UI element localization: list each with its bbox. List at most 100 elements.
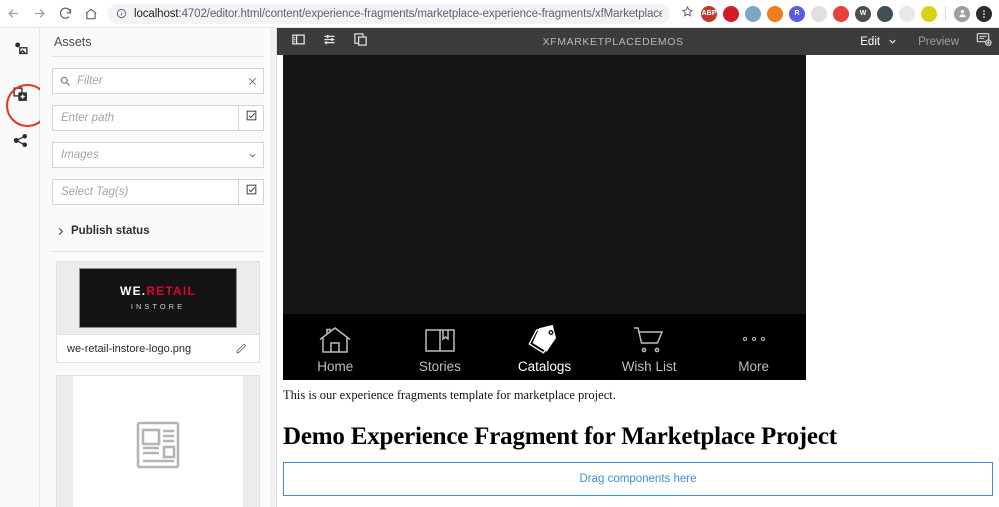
chevron-down-icon	[241, 150, 263, 161]
list-item[interactable]: WE.RETAIL INSTORE we-retail-instore-logo…	[56, 261, 260, 363]
preview-button[interactable]: Preview	[902, 36, 969, 48]
nav-item-label: Catalogs	[518, 359, 571, 374]
page-title: XFMARKETPLACEDEMOS	[376, 36, 850, 48]
nav-item-label: More	[738, 359, 769, 374]
fragment-body: This is our experience fragments templat…	[283, 388, 993, 451]
colorzilla-extension[interactable]	[921, 6, 937, 22]
device-emulator-icon	[353, 32, 368, 52]
back-button[interactable]	[0, 1, 26, 27]
url-host: localhost	[134, 8, 179, 20]
asset-meta-row: we-retail-instore-logo.png	[57, 334, 259, 362]
type-select-wrap: Images	[40, 142, 276, 168]
chrome-extension[interactable]	[767, 6, 783, 22]
ellipsis-icon	[743, 323, 765, 355]
price-tag-icon	[527, 323, 561, 355]
toolbar-divider	[945, 6, 946, 21]
extensions-strip: ABP R W	[698, 6, 999, 22]
nav-item-label: Stories	[419, 359, 461, 374]
pencil-icon[interactable]	[233, 343, 249, 355]
home-button[interactable]	[78, 1, 104, 27]
asset-type-select[interactable]: Images	[52, 142, 264, 168]
close-icon[interactable]	[241, 76, 263, 87]
nav-item-stories[interactable]: Stories	[388, 314, 493, 380]
logo-text-sub: INSTORE	[131, 302, 185, 311]
profile-avatar-icon[interactable]	[954, 6, 970, 22]
logo-text-accent: RETAIL	[146, 284, 196, 298]
tags-input-placeholder: Select Tag(s)	[61, 186, 238, 198]
video-downloader-extension[interactable]	[745, 6, 761, 22]
bookmark-button[interactable]	[676, 5, 698, 23]
we-retail-logo: WE.RETAIL INSTORE	[79, 268, 237, 328]
disabled-extension-2[interactable]	[899, 6, 915, 22]
annotate-icon	[976, 31, 992, 52]
chevron-right-icon	[52, 226, 68, 237]
back-arrow-icon	[6, 6, 21, 21]
sidebar-rail-content-tree[interactable]	[0, 120, 40, 166]
nav-item-more[interactable]: More	[701, 314, 806, 380]
nav-item-wish-list[interactable]: Wish List	[597, 314, 702, 380]
component-dropzone[interactable]: Drag components here	[283, 462, 993, 496]
panel-scrollbar[interactable]	[270, 28, 276, 507]
chrome-menu-icon[interactable]	[976, 6, 992, 22]
asset-list: WE.RETAIL INSTORE we-retail-instore-logo…	[40, 261, 276, 507]
search-input[interactable]: Filter	[52, 68, 264, 94]
page-properties-button[interactable]	[314, 28, 345, 55]
sidebar-rail-components[interactable]	[0, 74, 40, 120]
address-bar[interactable]: localhost:4702/editor.html/content/exper…	[108, 4, 670, 24]
logo-text-primary: WE.	[120, 284, 146, 298]
path-field-wrap: Enter path	[40, 105, 276, 131]
search-icon	[53, 75, 77, 87]
toggle-side-panel-button[interactable]	[283, 28, 314, 55]
publish-status-section[interactable]: Publish status	[40, 219, 276, 243]
assets-icon	[12, 40, 29, 62]
list-item[interactable]: cover	[56, 375, 260, 507]
publish-status-divider	[52, 251, 264, 252]
reload-button[interactable]	[52, 1, 78, 27]
r-extension[interactable]: R	[789, 6, 805, 22]
reload-icon	[58, 6, 73, 21]
sidebar-rail-assets[interactable]	[0, 28, 40, 74]
mobile-nav-bar: Home Stories Catalogs	[283, 314, 806, 380]
nav-item-catalogs[interactable]: Catalogs	[492, 314, 597, 380]
editor-canvas: Home Stories Catalogs	[277, 55, 999, 507]
emulator-button[interactable]	[345, 28, 376, 55]
asset-thumbnail: WE.RETAIL INSTORE	[57, 262, 259, 334]
assets-panel: Assets Filter Enter path Images	[40, 28, 277, 507]
path-input-placeholder: Enter path	[61, 112, 238, 124]
tags-input[interactable]: Select Tag(s)	[52, 179, 238, 205]
nav-item-home[interactable]: Home	[283, 314, 388, 380]
mode-selector-label: Edit	[860, 36, 880, 48]
play-extension[interactable]	[833, 6, 849, 22]
path-input[interactable]: Enter path	[52, 105, 238, 131]
site-info-icon[interactable]	[116, 8, 127, 19]
opera-extension[interactable]	[723, 6, 739, 22]
shopping-cart-icon	[632, 323, 666, 355]
asset-thumbnail	[73, 376, 243, 507]
ghostery-extension[interactable]	[877, 6, 893, 22]
house-icon	[318, 323, 352, 355]
tag-picker-icon	[245, 183, 258, 201]
home-icon	[84, 7, 98, 21]
open-book-icon	[424, 323, 456, 355]
path-picker-button[interactable]	[238, 105, 264, 131]
path-picker-icon	[245, 109, 258, 127]
forward-arrow-icon	[32, 6, 47, 21]
chevron-down-icon	[887, 36, 898, 47]
star-icon	[681, 5, 694, 23]
annotate-button[interactable]	[969, 31, 999, 52]
asset-filename: we-retail-instore-logo.png	[67, 343, 233, 355]
nav-item-label: Home	[317, 359, 353, 374]
share-nodes-icon	[12, 132, 29, 154]
disabled-extension-1[interactable]	[811, 6, 827, 22]
tag-picker-button[interactable]	[238, 179, 264, 205]
forward-button[interactable]	[26, 1, 52, 27]
sliders-icon	[322, 32, 337, 52]
editor-rail	[0, 28, 40, 507]
publish-status-label: Publish status	[71, 225, 150, 237]
side-panel-toggle-icon	[291, 32, 306, 52]
adblock-plus-extension[interactable]: ABP	[701, 6, 717, 22]
w-extension[interactable]: W	[855, 6, 871, 22]
mode-selector-edit[interactable]: Edit	[850, 36, 902, 48]
panel-title: Assets	[40, 28, 276, 56]
add-component-icon	[12, 86, 29, 108]
